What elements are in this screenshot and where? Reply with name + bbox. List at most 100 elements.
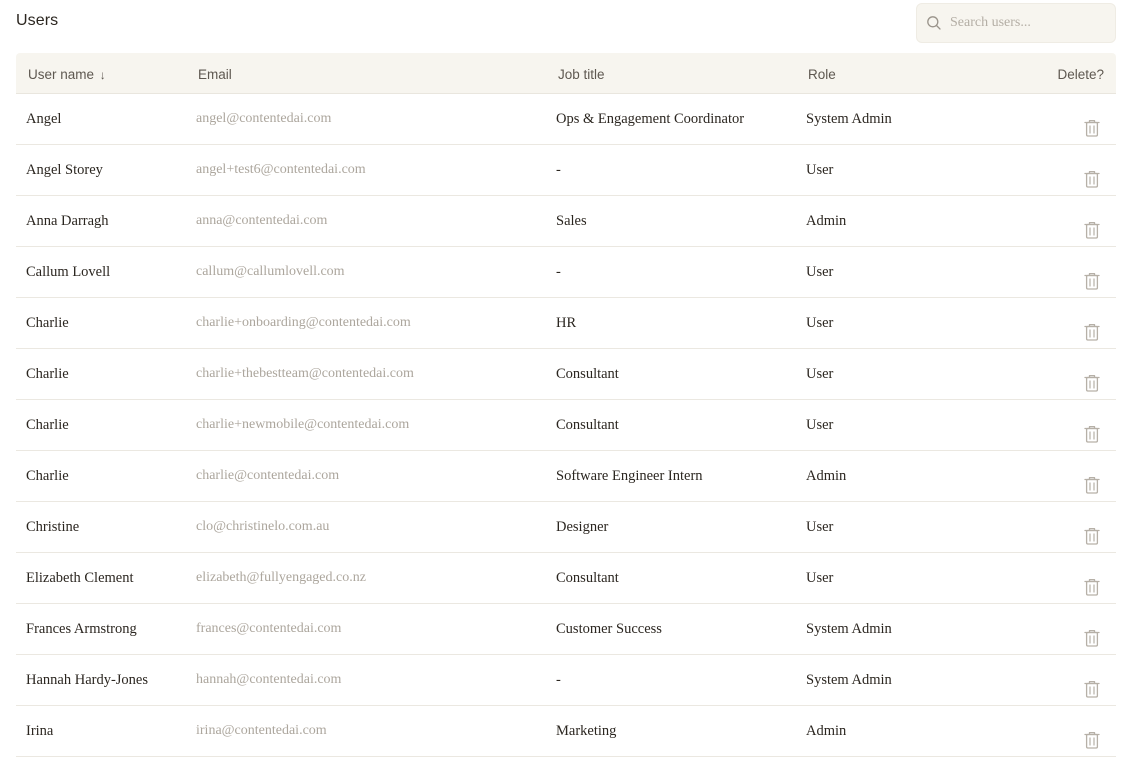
- delete-button[interactable]: [1083, 568, 1101, 596]
- role-cell: User: [806, 570, 834, 586]
- trash-icon: [1084, 170, 1100, 188]
- job-title-cell: HR: [556, 315, 577, 331]
- job-title-cell: -: [556, 264, 561, 280]
- trash-icon: [1084, 476, 1100, 494]
- job-title-cell: -: [556, 672, 561, 688]
- email-cell: charlie+thebestteam@contentedai.com: [196, 366, 414, 381]
- table-row[interactable]: Charlie charlie+newmobile@contentedai.co…: [16, 400, 1116, 451]
- user-name-cell: Charlie: [26, 366, 69, 382]
- column-header-delete: Delete?: [1057, 67, 1104, 82]
- user-name-cell: Hannah Hardy-Jones: [26, 672, 149, 688]
- trash-icon: [1084, 629, 1100, 647]
- delete-button[interactable]: [1083, 364, 1101, 392]
- email-cell: angel+test6@contentedai.com: [196, 162, 366, 177]
- column-header-role[interactable]: Role: [808, 53, 836, 95]
- table-row[interactable]: Angel Storey angel+test6@contentedai.com…: [16, 145, 1116, 196]
- table-row[interactable]: Hannah Hardy-Jones hannah@contentedai.co…: [16, 655, 1116, 706]
- user-name-cell: Charlie: [26, 468, 69, 484]
- page-title: Users: [16, 12, 59, 29]
- search-icon: [927, 16, 941, 30]
- delete-button[interactable]: [1083, 721, 1101, 749]
- trash-icon: [1084, 527, 1100, 545]
- role-cell: System Admin: [806, 621, 892, 637]
- table-row[interactable]: Angel angel@contentedai.com Ops & Engage…: [16, 94, 1116, 145]
- delete-button[interactable]: [1083, 415, 1101, 443]
- users-table: User name ↓ Email Job title Role Delete?…: [16, 53, 1116, 757]
- trash-icon: [1084, 374, 1100, 392]
- trash-icon: [1084, 578, 1100, 596]
- delete-button[interactable]: [1083, 109, 1101, 137]
- role-cell: User: [806, 519, 834, 535]
- table-body: Angel angel@contentedai.com Ops & Engage…: [16, 94, 1116, 757]
- role-cell: Admin: [806, 723, 847, 739]
- trash-icon: [1084, 221, 1100, 239]
- table-header: User name ↓ Email Job title Role Delete?: [16, 53, 1116, 94]
- table-row[interactable]: Charlie charlie+thebestteam@contentedai.…: [16, 349, 1116, 400]
- table-row[interactable]: Anna Darragh anna@contentedai.com Sales …: [16, 196, 1116, 247]
- user-name-cell: Angel: [26, 111, 62, 127]
- delete-button[interactable]: [1083, 211, 1101, 239]
- role-cell: Admin: [806, 468, 847, 484]
- email-cell: irina@contentedai.com: [196, 723, 327, 738]
- email-cell: angel@contentedai.com: [196, 111, 332, 126]
- delete-button[interactable]: [1083, 313, 1101, 341]
- job-title-cell: Consultant: [556, 366, 619, 382]
- delete-button[interactable]: [1083, 466, 1101, 494]
- user-name-cell: Angel Storey: [26, 162, 103, 178]
- email-cell: charlie+newmobile@contentedai.com: [196, 417, 410, 432]
- job-title-cell: Consultant: [556, 570, 619, 586]
- job-title-cell: Sales: [556, 213, 587, 229]
- email-cell: clo@christinelo.com.au: [196, 519, 330, 534]
- trash-icon: [1084, 119, 1100, 137]
- user-name-cell: Christine: [26, 519, 80, 535]
- user-name-cell: Charlie: [26, 417, 69, 433]
- job-title-cell: -: [556, 162, 561, 178]
- email-cell: anna@contentedai.com: [196, 213, 328, 228]
- job-title-cell: Marketing: [556, 723, 617, 739]
- column-header-email[interactable]: Email: [198, 53, 232, 95]
- email-cell: callum@callumlovell.com: [196, 264, 345, 279]
- delete-button[interactable]: [1083, 619, 1101, 647]
- job-title-cell: Consultant: [556, 417, 619, 433]
- delete-button[interactable]: [1083, 262, 1101, 290]
- job-title-cell: Software Engineer Intern: [556, 468, 703, 484]
- job-title-cell: Ops & Engagement Coordinator: [556, 111, 745, 127]
- trash-icon: [1084, 680, 1100, 698]
- role-cell: User: [806, 162, 834, 178]
- trash-icon: [1084, 425, 1100, 443]
- column-header-user-name[interactable]: User name ↓: [28, 53, 106, 95]
- trash-icon: [1084, 731, 1100, 749]
- role-cell: Admin: [806, 213, 847, 229]
- search-box[interactable]: [916, 3, 1116, 43]
- delete-button[interactable]: [1083, 670, 1101, 698]
- column-header-user-name-label: User name: [28, 67, 95, 82]
- table-row[interactable]: Christine clo@christinelo.com.au Designe…: [16, 502, 1116, 553]
- email-cell: charlie+onboarding@contentedai.com: [196, 315, 411, 330]
- delete-button[interactable]: [1083, 160, 1101, 188]
- table-row[interactable]: Charlie charlie+onboarding@contentedai.c…: [16, 298, 1116, 349]
- table-row[interactable]: Irina irina@contentedai.com Marketing Ad…: [16, 706, 1116, 757]
- trash-icon: [1084, 272, 1100, 290]
- job-title-cell: Designer: [556, 519, 609, 535]
- search-input[interactable]: [950, 15, 1100, 31]
- role-cell: System Admin: [806, 111, 892, 127]
- email-cell: hannah@contentedai.com: [196, 672, 342, 687]
- user-name-cell: Irina: [26, 723, 54, 739]
- table-row[interactable]: Elizabeth Clement elizabeth@fullyengaged…: [16, 553, 1116, 604]
- role-cell: User: [806, 315, 834, 331]
- table-row[interactable]: Charlie charlie@contentedai.com Software…: [16, 451, 1116, 502]
- user-name-cell: Frances Armstrong: [26, 621, 137, 637]
- delete-button[interactable]: [1083, 517, 1101, 545]
- user-name-cell: Anna Darragh: [26, 213, 109, 229]
- email-cell: elizabeth@fullyengaged.co.nz: [196, 570, 366, 585]
- column-header-job-title[interactable]: Job title: [558, 53, 605, 95]
- role-cell: User: [806, 264, 834, 280]
- user-name-cell: Elizabeth Clement: [26, 570, 134, 586]
- user-name-cell: Charlie: [26, 315, 69, 331]
- job-title-cell: Customer Success: [556, 621, 662, 637]
- table-row[interactable]: Callum Lovell callum@callumlovell.com - …: [16, 247, 1116, 298]
- trash-icon: [1084, 323, 1100, 341]
- role-cell: User: [806, 417, 834, 433]
- sort-descending-icon: ↓: [99, 68, 106, 82]
- table-row[interactable]: Frances Armstrong frances@contentedai.co…: [16, 604, 1116, 655]
